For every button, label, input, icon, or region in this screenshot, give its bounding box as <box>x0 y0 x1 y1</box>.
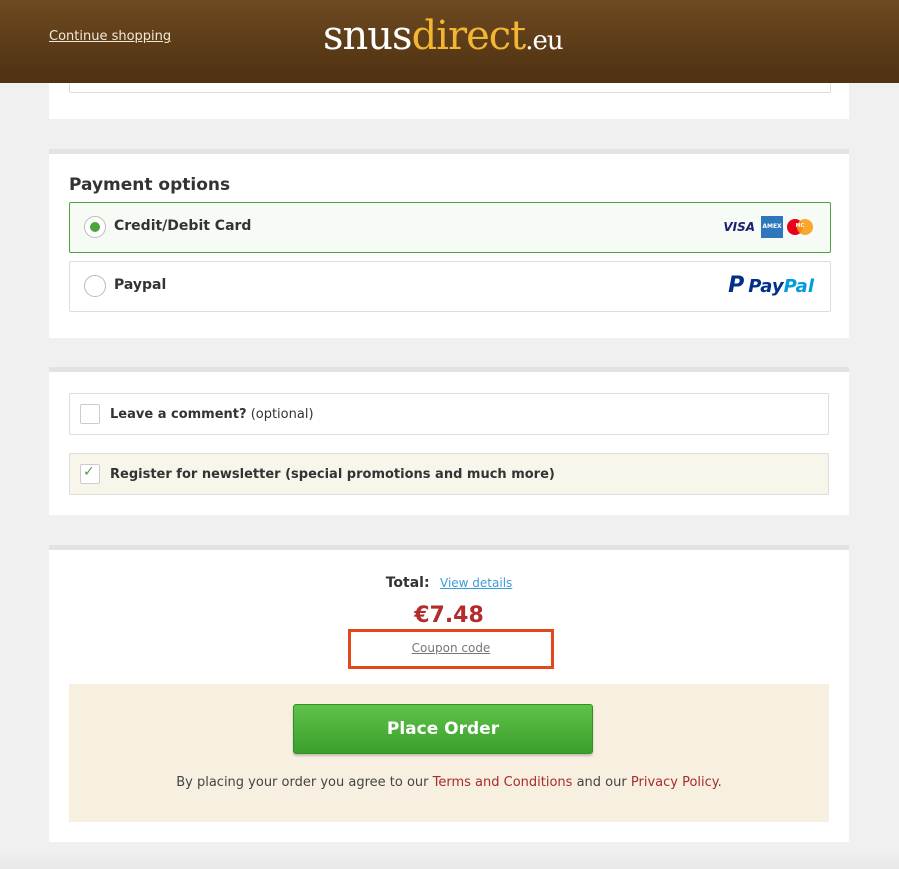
previous-field-stub <box>69 83 831 93</box>
newsletter-toggle[interactable]: ✓ Register for newsletter (special promo… <box>69 453 829 495</box>
logo-text-snus: snus <box>323 13 413 59</box>
coupon-code-link[interactable]: Coupon code <box>351 641 551 655</box>
visa-logo: VISA <box>723 220 755 234</box>
total-row: Total: View details <box>49 575 849 591</box>
payment-option-card[interactable]: Credit/Debit Card VISA AMEX MC <box>69 202 831 253</box>
site-header: Continue shopping snusdirect.eu <box>0 0 899 83</box>
paypal-option-label: Paypal <box>114 277 167 293</box>
agreement-text: By placing your order you agree to our T… <box>176 775 722 790</box>
page-footer-strip <box>0 850 899 869</box>
checkmark-icon: ✓ <box>83 464 95 480</box>
card-radio[interactable] <box>84 216 106 238</box>
newsletter-label: Register for newsletter (special promoti… <box>110 467 555 482</box>
place-order-area: Place Order By placing your order you ag… <box>69 684 829 822</box>
extras-section: Leave a comment? (optional) ✓ Register f… <box>49 367 849 515</box>
continue-shopping-link[interactable]: Continue shopping <box>49 29 171 44</box>
terms-link[interactable]: Terms and Conditions <box>433 775 573 790</box>
site-logo[interactable]: snusdirect.eu <box>323 6 564 71</box>
coupon-highlight-frame: Coupon code <box>348 629 554 669</box>
total-price: €7.48 <box>414 603 484 628</box>
payment-option-paypal[interactable]: Paypal P PayPal <box>69 261 831 312</box>
paypal-radio[interactable] <box>84 275 106 297</box>
paypal-p-icon: P <box>728 273 745 298</box>
newsletter-checkbox[interactable]: ✓ <box>80 464 100 484</box>
mastercard-logo: MC <box>786 216 814 238</box>
paypal-logo: P PayPal <box>728 273 814 298</box>
comment-label: Leave a comment? (optional) <box>110 407 314 422</box>
comment-toggle[interactable]: Leave a comment? (optional) <box>69 393 829 435</box>
payment-options-section: Payment options Credit/Debit Card VISA A… <box>49 149 849 338</box>
total-label: Total: <box>385 575 430 591</box>
order-summary-section: Total: View details €7.48 Coupon code Pl… <box>49 545 849 842</box>
privacy-link[interactable]: Privacy Policy <box>631 775 718 790</box>
place-order-button[interactable]: Place Order <box>293 704 593 754</box>
card-logos: VISA AMEX MC <box>720 216 814 238</box>
card-option-label: Credit/Debit Card <box>114 218 252 234</box>
amex-logo: AMEX <box>761 216 783 238</box>
payment-options-title: Payment options <box>69 175 231 195</box>
logo-text-direct: direct <box>411 13 527 59</box>
logo-text-eu: .eu <box>525 26 563 56</box>
view-details-link[interactable]: View details <box>440 576 512 590</box>
previous-section-card <box>49 83 849 119</box>
comment-checkbox[interactable] <box>80 404 100 424</box>
